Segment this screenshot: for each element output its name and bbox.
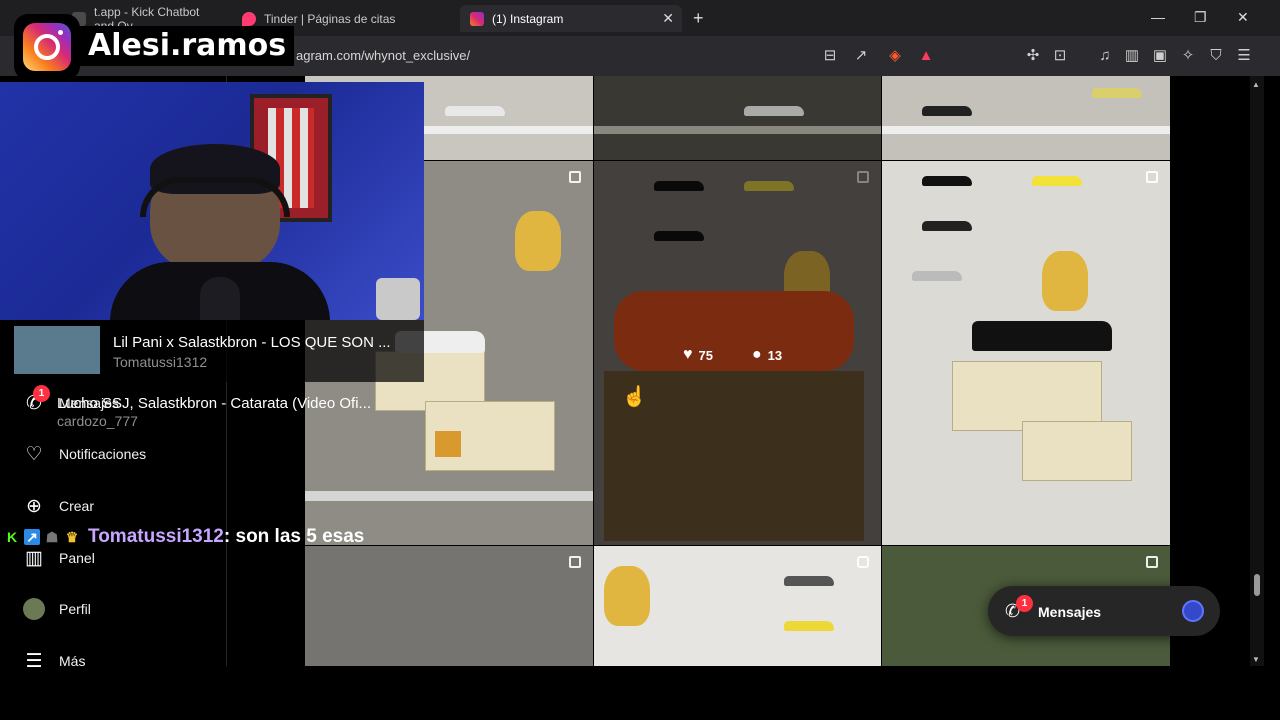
shelf (882, 126, 1170, 134)
chat-username: Tomatussi1312 (88, 526, 224, 547)
brave-rewards-icon[interactable]: ▲ (917, 47, 935, 65)
carousel-icon (569, 171, 581, 183)
webcam-overlay (0, 82, 424, 320)
notification-badge: 1 (1016, 595, 1033, 612)
moderator-badge-icon: ☗ (45, 529, 59, 545)
headphones (140, 177, 290, 217)
sneaker (445, 106, 505, 116)
post-thumbnail[interactable] (882, 161, 1170, 545)
new-tab-button[interactable]: + (693, 8, 704, 29)
likes-count: ♥ 75 (683, 346, 713, 363)
url-field[interactable]: agram.com/whynot_exclusive/ (296, 48, 470, 63)
tab-label: Tinder | Páginas de citas (264, 11, 396, 26)
crown-badge-icon: ♛ (65, 529, 79, 545)
carousel-icon (1146, 171, 1158, 183)
tab-search-icon[interactable]: ⊡ (1051, 47, 1069, 65)
tab-label: (1) Instagram (492, 11, 564, 26)
avatar (1182, 600, 1204, 622)
instagram-logo-icon (23, 23, 71, 71)
tab-instagram[interactable]: (1) Instagram ✕ (460, 5, 682, 32)
channel-name: Alesi.ramos (80, 26, 295, 66)
menu-icon[interactable]: ☰ (1235, 47, 1253, 65)
chat-message: K ↗ ☗ ♛ Tomatussi1312 : son las 5 esas (4, 524, 364, 550)
music-icon[interactable]: ♫ (1096, 47, 1114, 65)
sidebar-toggle-icon[interactable]: ▥ (1123, 47, 1141, 65)
sneaker (972, 321, 1112, 351)
sneaker (784, 621, 834, 631)
post-thumbnail[interactable] (594, 76, 881, 160)
kick-badge-icon: K (6, 529, 18, 545)
sticker (435, 431, 461, 457)
bored-ape-figure (1042, 251, 1088, 311)
bored-ape-figure (604, 566, 650, 626)
extensions-icon[interactable]: ✣ (1024, 47, 1042, 65)
sneaker (922, 221, 972, 231)
sidebar-item-perfil[interactable]: Perfil (22, 597, 91, 621)
hand-cursor-icon: ☝ (622, 386, 647, 408)
profile-post-grid: ♥ 75 ● 13 ☝ (305, 76, 1170, 666)
chat-text: : son las 5 esas (223, 526, 365, 547)
post-thumbnail[interactable] (594, 546, 881, 666)
chat-badges: K ↗ ☗ ♛ (4, 529, 84, 545)
scroll-down-arrow[interactable]: ▼ (1252, 655, 1260, 664)
share-icon[interactable]: ↗ (852, 47, 870, 65)
reel-icon (857, 556, 869, 568)
plus-square-icon: ⊕ (26, 495, 42, 517)
instagram-favicon (470, 11, 484, 26)
sneaker (1092, 88, 1142, 98)
carousel-icon (1146, 556, 1158, 568)
heart-icon: ♡ (25, 443, 43, 465)
sneaker (912, 271, 962, 281)
sidebar-item-notificaciones[interactable]: ♡ Notificaciones (22, 442, 146, 466)
song-requester: cardozo_777 (57, 413, 138, 429)
shelf (594, 126, 881, 134)
post-thumbnail[interactable] (882, 76, 1170, 160)
song-thumbnail (14, 326, 100, 374)
post-thumbnail[interactable] (305, 546, 593, 666)
minimize-icon[interactable]: — (1151, 9, 1165, 25)
song-title: Lil Pani x Salastkbron - LOS QUE SON ... (113, 334, 391, 351)
sneaker (744, 106, 804, 116)
install-app-icon[interactable]: ⊟ (821, 47, 839, 65)
microphone (200, 277, 240, 320)
cup (376, 278, 420, 320)
shoe-box (1022, 421, 1132, 481)
tinder-flame-icon (242, 11, 256, 26)
comments-count: ● 13 (752, 346, 783, 363)
scroll-up-arrow[interactable]: ▲ (1252, 80, 1260, 89)
sidebar-item-crear[interactable]: ⊕ Crear (22, 494, 94, 518)
post-hover-overlay (594, 161, 881, 545)
sidebar-item-mas[interactable]: ☰ Más (22, 649, 85, 673)
carousel-icon (569, 556, 581, 568)
avatar-icon (22, 597, 46, 621)
song-title: Lucho SSJ, Salastkbron - Catarata (Video… (57, 395, 372, 412)
sneaker (784, 576, 834, 586)
scroll-thumb[interactable] (1254, 574, 1260, 596)
vpn-icon[interactable]: ⛉ (1207, 47, 1225, 65)
next-song-widget: Lucho SSJ, Salastkbron - Catarata (Video… (0, 382, 424, 432)
sneaker (922, 176, 972, 186)
brave-shield-icon[interactable]: ◈ (886, 47, 904, 65)
restore-icon[interactable]: ❐ (1194, 9, 1207, 26)
close-window-icon[interactable]: ✕ (1237, 9, 1249, 26)
now-playing-widget: Lil Pani x Salastkbron - LOS QUE SON ...… (0, 320, 424, 382)
sneaker (1032, 176, 1082, 186)
leo-ai-icon[interactable]: ✧ (1179, 47, 1197, 65)
sub-badge-icon: ↗ (24, 529, 40, 545)
heart-icon: ♥ (683, 346, 693, 363)
song-requester: Tomatussi1312 (113, 354, 208, 370)
menu-icon: ☰ (25, 650, 43, 672)
comment-bubble-icon: ● (752, 346, 762, 363)
sneaker (922, 106, 972, 116)
wallet-icon[interactable]: ▣ (1151, 47, 1169, 65)
close-tab-icon[interactable]: ✕ (662, 10, 674, 27)
screen: t.app - Kick Chatbot and Ov Tinder | Pág… (0, 0, 1280, 720)
shelf (305, 491, 593, 501)
bored-ape-figure (515, 211, 561, 271)
messages-dock-button[interactable]: ✆ 1 Mensajes (988, 586, 1220, 636)
